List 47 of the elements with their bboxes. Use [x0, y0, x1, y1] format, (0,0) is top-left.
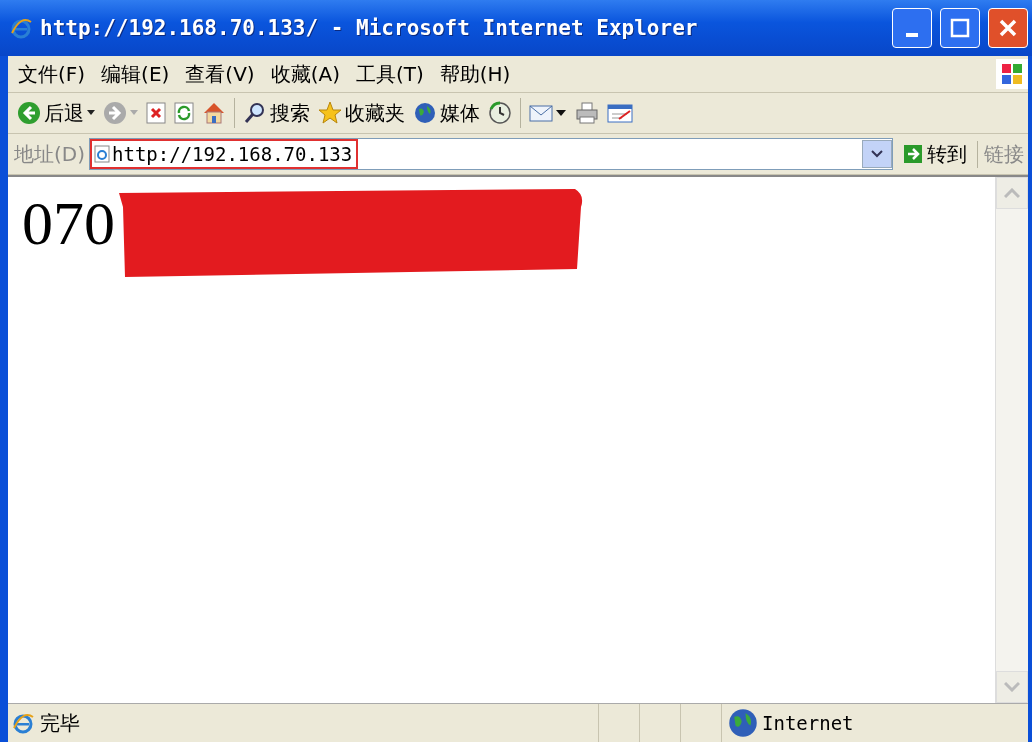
caret-icon	[130, 110, 138, 116]
stop-button[interactable]	[143, 100, 169, 126]
chevron-up-icon	[1004, 188, 1020, 198]
menu-item[interactable]: 编辑(E)	[95, 58, 176, 90]
close-button[interactable]	[988, 8, 1028, 48]
search-icon	[243, 101, 267, 125]
page-text: 070	[22, 188, 115, 259]
status-text: 完毕	[40, 709, 80, 737]
document-icon	[607, 102, 633, 124]
refresh-button[interactable]	[171, 100, 197, 126]
clock-icon	[488, 101, 512, 125]
caret-icon	[87, 110, 95, 116]
minimize-icon	[906, 33, 918, 37]
url-text: http://192.168.70.133	[92, 141, 357, 167]
browser-logo-icon	[10, 17, 32, 39]
chevron-down-icon	[871, 150, 883, 158]
windows-flag-icon	[996, 59, 1028, 89]
close-icon	[998, 18, 1018, 38]
search-button[interactable]: 搜索	[240, 97, 313, 129]
address-label: 地址(D)	[14, 140, 85, 168]
back-button[interactable]: 后退	[14, 97, 98, 129]
address-field[interactable]: http://192.168.70.133	[89, 138, 893, 170]
stop-icon	[146, 102, 166, 124]
go-button[interactable]: 转到	[897, 140, 973, 168]
printer-icon	[575, 101, 599, 125]
menu-item[interactable]: 收藏(A)	[264, 58, 346, 90]
minimize-button[interactable]	[892, 8, 932, 48]
media-button[interactable]: 媒体	[410, 97, 483, 129]
chevron-down-icon	[1004, 682, 1020, 692]
menu-item[interactable]: 查看(V)	[179, 58, 261, 90]
star-icon	[318, 101, 342, 125]
page-status-icon	[12, 712, 34, 734]
menu-item[interactable]: 文件(F)	[12, 58, 92, 90]
refresh-icon	[174, 102, 194, 124]
favorites-button[interactable]: 收藏夹	[315, 97, 408, 129]
house-icon	[202, 101, 226, 125]
arrow-right-icon	[903, 144, 923, 164]
maximize-button[interactable]	[940, 8, 980, 48]
maximize-icon	[950, 18, 970, 38]
menu-item[interactable]: 工具(T)	[349, 58, 430, 90]
page-icon	[94, 145, 110, 163]
globe-icon	[728, 708, 758, 738]
window-title: http://192.168.70.133/ - Microsoft Internet Explorer	[40, 16, 699, 40]
menu-item[interactable]: 帮助(H)	[433, 58, 517, 90]
globe-icon	[413, 101, 437, 125]
zone-text: Internet	[762, 712, 854, 734]
dropdown-button[interactable]	[862, 140, 892, 168]
